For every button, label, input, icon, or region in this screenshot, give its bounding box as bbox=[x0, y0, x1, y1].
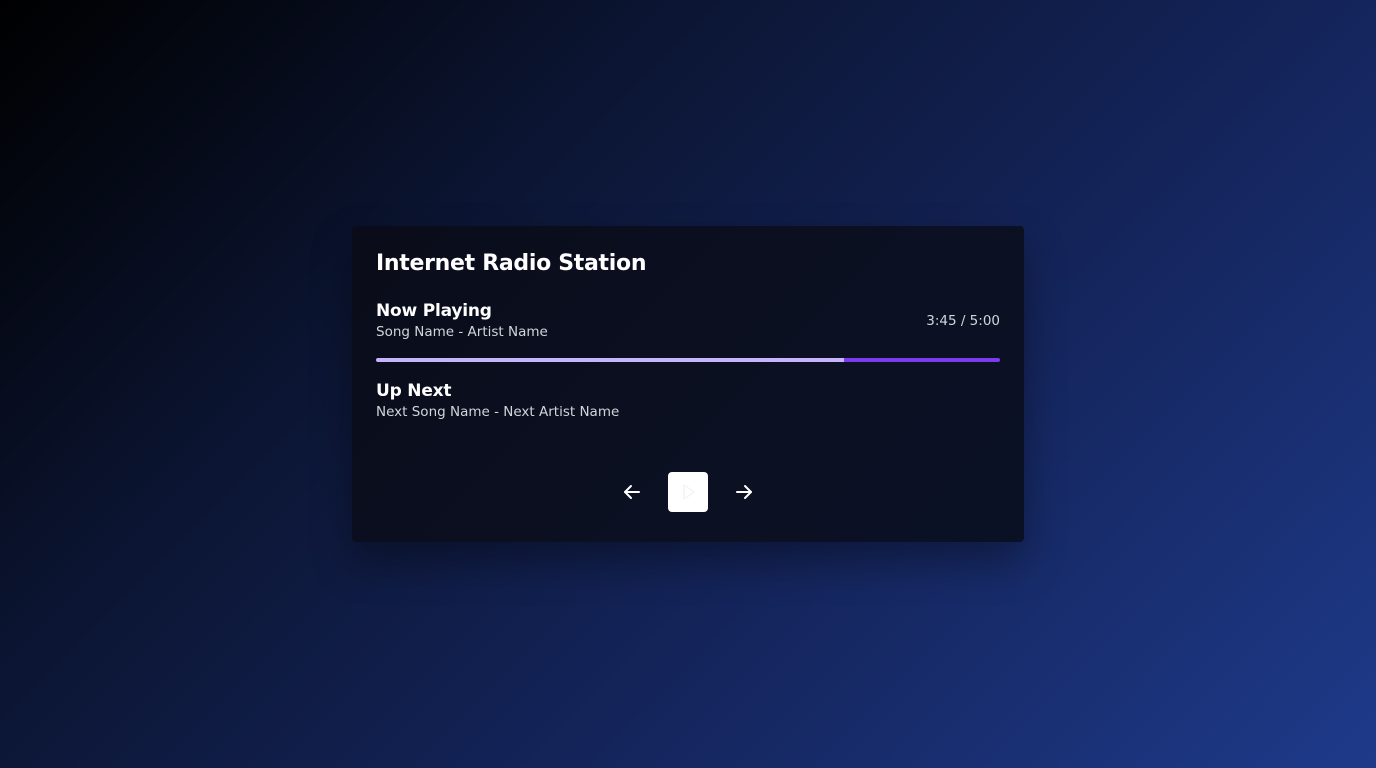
next-button[interactable] bbox=[724, 472, 764, 512]
play-icon bbox=[678, 482, 698, 502]
arrow-left-icon bbox=[622, 482, 642, 502]
playback-controls bbox=[376, 472, 1000, 512]
now-playing-heading: Now Playing bbox=[376, 301, 492, 321]
previous-button[interactable] bbox=[612, 472, 652, 512]
now-playing-track: Song Name - Artist Name bbox=[376, 324, 548, 340]
now-playing-section: Now Playing Song Name - Artist Name 3:45… bbox=[376, 300, 1000, 342]
now-playing-info: Now Playing Song Name - Artist Name bbox=[376, 300, 548, 342]
up-next-section: Up Next Next Song Name - Next Artist Nam… bbox=[376, 380, 1000, 422]
up-next-track: Next Song Name - Next Artist Name bbox=[376, 404, 620, 420]
station-title: Internet Radio Station bbox=[376, 251, 647, 276]
playback-time: 3:45 / 5:00 bbox=[926, 313, 1000, 329]
radio-player-card: Internet Radio Station Now Playing Song … bbox=[352, 226, 1024, 542]
arrow-right-icon bbox=[734, 482, 754, 502]
progress-fill bbox=[376, 358, 844, 362]
progress-bar[interactable] bbox=[376, 358, 1000, 362]
play-button[interactable] bbox=[668, 472, 708, 512]
up-next-heading: Up Next bbox=[376, 381, 452, 401]
